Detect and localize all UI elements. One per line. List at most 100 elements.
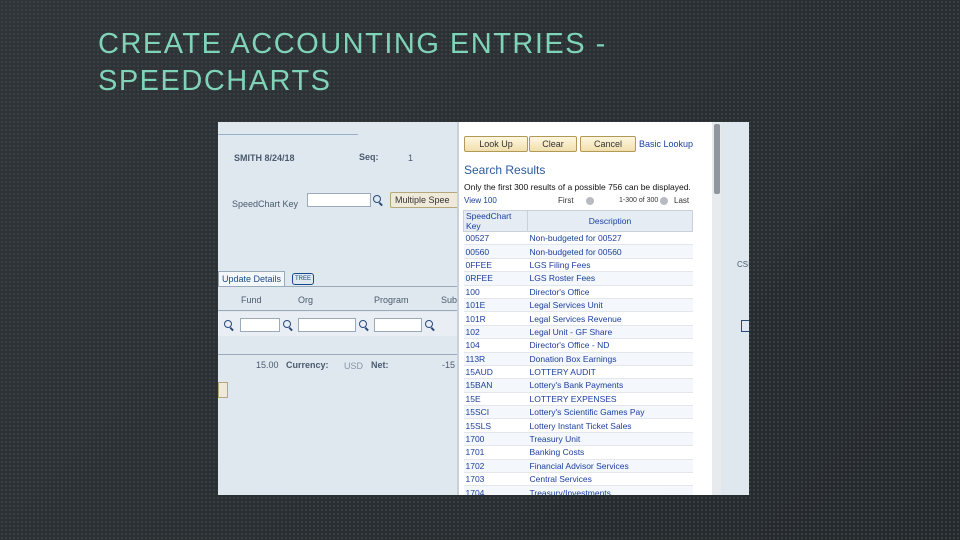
table-row[interactable]: 0RFEE LGS Roster Fees [463,271,693,286]
cancel-button[interactable]: Cancel [580,136,636,152]
description-cell[interactable]: Non-budgeted for 00527 [527,230,693,245]
speedchart-key-cell[interactable]: 0RFEE [463,271,528,286]
table-row[interactable]: 1704 Treasury/Investments [463,485,693,495]
partial-button[interactable] [218,382,228,398]
description-cell[interactable]: Lottery's Scientific Games Pay [527,405,693,419]
slide-title-line-2: SPEEDCHARTS [98,65,332,97]
header-name: SMITH 8/24/18 [234,153,295,163]
description-cell[interactable]: Lottery's Bank Payments [527,378,693,393]
program-input[interactable] [374,318,422,332]
lookup-button[interactable]: Look Up [464,136,528,152]
first-link[interactable]: First [558,196,574,205]
last-link[interactable]: Last [674,196,689,205]
table-row[interactable]: 15E LOTTERY EXPENSES [463,391,693,406]
table-row[interactable]: 102 Legal Unit - GF Share [463,324,693,339]
description-cell[interactable]: LGS Roster Fees [527,271,693,286]
tab-icon[interactable]: TREE [292,273,314,285]
screenshot: SMITH 8/24/18 Seq: 1 SpeedChart Key Mult… [218,122,749,495]
basic-lookup-link[interactable]: Basic Lookup [639,139,693,149]
table-row[interactable]: 15SLS Lottery Instant Ticket Sales [463,418,693,433]
grid-header: Fund Org Program Sub [218,288,458,311]
description-cell[interactable]: Director's Office [527,284,693,299]
speedchart-key-cell[interactable]: 1702 [463,458,528,473]
currency-label: Currency: [286,360,329,370]
next-icon[interactable] [660,197,668,205]
description-cell[interactable]: Financial Advisor Services [527,458,693,473]
seq-value: 1 [408,153,414,163]
description-cell[interactable]: Director's Office - ND [527,338,693,353]
description-cell[interactable]: Treasury Unit [527,431,693,446]
table-row[interactable]: 100 Director's Office [463,284,693,299]
speedchart-key-cell[interactable]: 1704 [463,485,528,495]
speedchart-key-cell[interactable]: 15SLS [463,418,528,433]
speedchart-key-input[interactable] [307,193,371,207]
currency-value: USD [344,361,364,371]
org-input[interactable] [298,318,356,332]
speedchart-key-cell[interactable]: 113R [463,351,528,366]
description-cell[interactable]: Legal Unit - GF Share [527,324,693,339]
fund-search-icon[interactable] [224,320,234,330]
col-speedchart-key[interactable]: SpeedChart Key [463,210,528,232]
grid-row [218,312,458,336]
speedchart-key-cell[interactable]: 101R [463,311,528,326]
table-row[interactable]: 113R Donation Box Earnings [463,351,693,366]
speedchart-key-cell[interactable]: 101E [463,297,528,312]
speedchart-key-cell[interactable]: 100 [463,284,528,299]
previous-icon[interactable] [586,197,594,205]
table-row[interactable]: 15AUD LOTTERY AUDIT [463,364,693,379]
table-row[interactable]: 1700 Treasury Unit [463,431,693,446]
speedchart-key-cell[interactable]: 15SCI [463,405,528,419]
net-value: -15 [442,360,456,370]
view-100-link[interactable]: View 100 [464,196,497,205]
speedchart-key-cell[interactable]: 15BAN [463,378,528,393]
speedchart-key-cell[interactable]: 15AUD [463,364,528,379]
speedchart-key-cell[interactable]: 104 [463,338,528,353]
table-row[interactable]: 15SCI Lottery's Scientific Games Pay [463,405,693,419]
multiple-speedcharts-button[interactable]: Multiple Spee [390,192,460,208]
sub-search-icon[interactable] [425,320,435,330]
lookup-toolbar: Look Up Clear Cancel Basic Lookup [459,136,723,152]
search-icon[interactable] [373,195,383,205]
table-row[interactable]: 00560 Non-budgeted for 00560 [463,244,693,259]
tab-bar: Update Details TREE [218,270,458,287]
org-search-icon[interactable] [283,320,293,330]
partial-button[interactable] [741,320,749,332]
description-cell[interactable]: Central Services [527,472,693,486]
fund-input[interactable] [240,318,280,332]
clear-button[interactable]: Clear [529,136,577,152]
speedchart-key-label: SpeedChart Key [232,199,299,209]
description-cell[interactable]: LGS Filing Fees [527,257,693,272]
speedchart-key-cell[interactable]: 1703 [463,472,528,486]
speedchart-key-cell[interactable]: 1700 [463,431,528,446]
speedchart-key-cell[interactable]: 1701 [463,445,528,460]
description-cell[interactable]: Banking Costs [527,445,693,460]
speedchart-key-cell[interactable]: 00560 [463,244,528,259]
table-row[interactable]: 00527 Non-budgeted for 00527 [463,230,693,245]
table-row[interactable]: 101R Legal Services Revenue [463,311,693,326]
description-cell[interactable]: Lottery Instant Ticket Sales [527,418,693,433]
col-description[interactable]: Description [527,210,693,232]
table-row[interactable]: 104 Director's Office - ND [463,338,693,353]
description-cell[interactable]: LOTTERY EXPENSES [527,391,693,406]
tab-update-details[interactable]: Update Details [218,271,286,286]
speedchart-key-cell[interactable]: 00527 [463,230,528,245]
truncated-text: CSI [737,260,749,269]
table-row[interactable]: 0FFEE LGS Filing Fees [463,257,693,272]
description-cell[interactable]: Non-budgeted for 00560 [527,244,693,259]
speedchart-key-cell[interactable]: 0FFEE [463,257,528,272]
table-row[interactable]: 15BAN Lottery's Bank Payments [463,378,693,393]
description-cell[interactable]: Treasury/Investments [527,485,693,495]
table-row[interactable]: 101E Legal Services Unit [463,297,693,312]
table-row[interactable]: 1703 Central Services [463,472,693,486]
speedchart-key-cell[interactable]: 102 [463,324,528,339]
description-cell[interactable]: LOTTERY AUDIT [527,364,693,379]
description-cell[interactable]: Legal Services Revenue [527,311,693,326]
description-cell[interactable]: Legal Services Unit [527,297,693,312]
scrollbar-thumb[interactable] [714,124,720,194]
description-cell[interactable]: Donation Box Earnings [527,351,693,366]
speedchart-key-cell[interactable]: 15E [463,391,528,406]
table-row[interactable]: 1702 Financial Advisor Services [463,458,693,473]
program-search-icon[interactable] [359,320,369,330]
table-row[interactable]: 1701 Banking Costs [463,445,693,460]
background-page: SMITH 8/24/18 Seq: 1 SpeedChart Key Mult… [218,122,460,495]
